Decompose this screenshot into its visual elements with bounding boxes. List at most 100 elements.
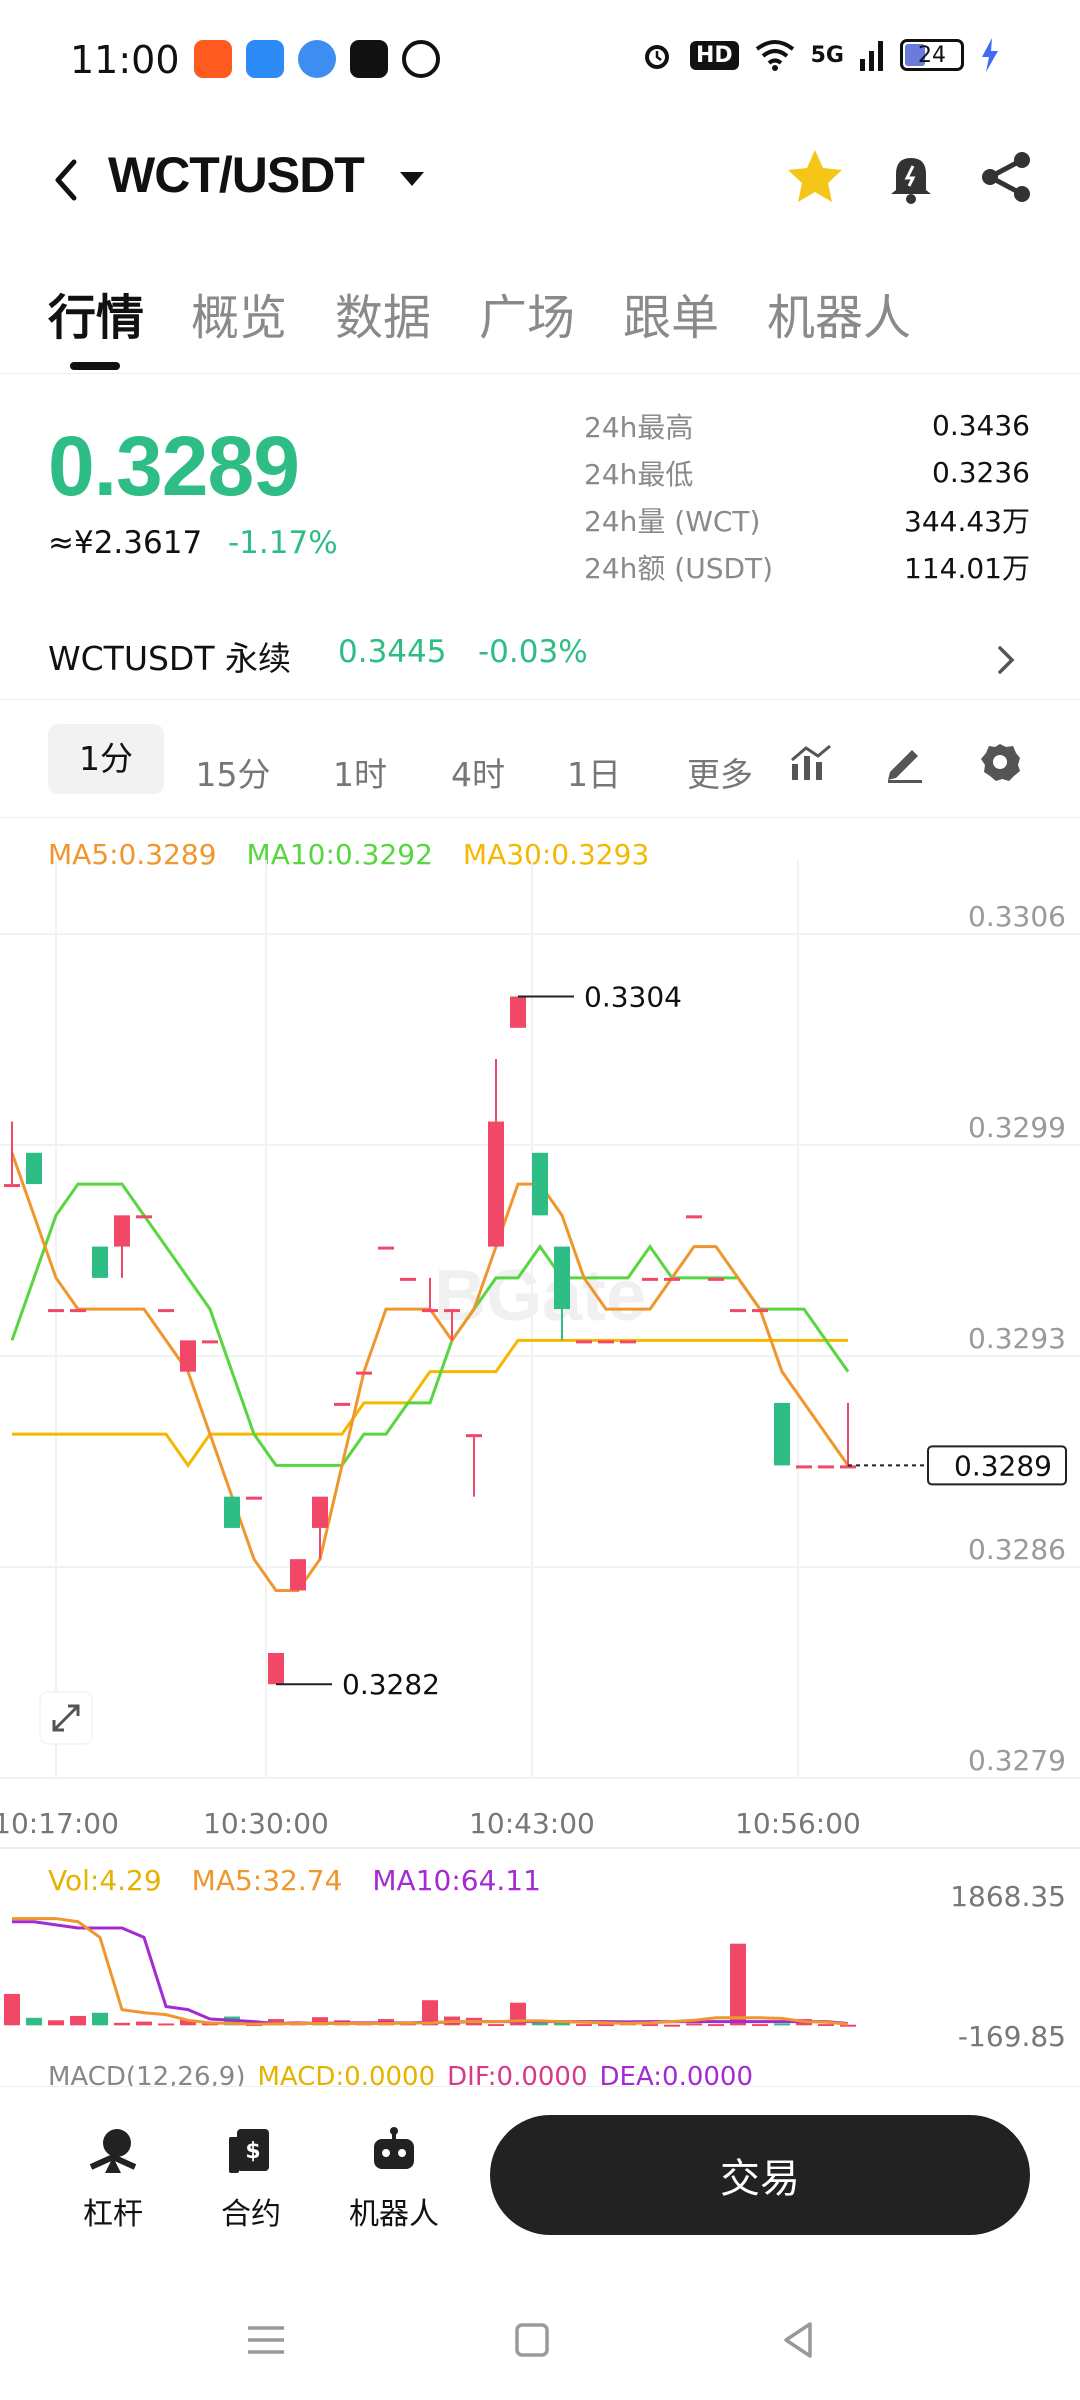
volume-bar [752, 2024, 768, 2027]
draw-pen-icon[interactable] [880, 738, 928, 786]
y-tick-label: 0.3306 [968, 900, 1066, 933]
tab-copy-trade[interactable]: 跟单 [623, 278, 719, 348]
tab-active-indicator [70, 362, 120, 370]
status-app-icons [194, 40, 440, 78]
volume-bar [664, 2024, 680, 2027]
tab-square[interactable]: 广场 [479, 278, 575, 348]
candle-body [268, 1652, 284, 1685]
leverage-icon [89, 2129, 137, 2173]
share-icon[interactable] [972, 142, 1042, 212]
stat-value: 0.3236 [932, 456, 1030, 489]
candle-body [136, 1215, 152, 1219]
robot-label: 机器人 [349, 2197, 439, 2232]
menu-icon[interactable] [236, 2310, 296, 2370]
volume-bar [158, 2023, 174, 2026]
stat-value: 114.01万 [904, 551, 1030, 585]
volume-bar [26, 2017, 42, 2026]
candle-body [224, 1496, 240, 1528]
candle-body [796, 1465, 812, 1469]
leverage-label: 杠杆 [83, 2197, 143, 2232]
interval-4h[interactable]: 4时 [428, 740, 528, 810]
tab-overview[interactable]: 概览 [191, 278, 287, 348]
hd-badge: HD [689, 40, 739, 70]
candle-body [180, 1340, 196, 1372]
volume-bar [730, 1943, 746, 2026]
interval-15m[interactable]: 15分 [178, 740, 288, 810]
robot-icon [374, 2127, 414, 2169]
vol-label: Vol:4.29 [48, 1864, 162, 1897]
candle-body [620, 1340, 636, 1344]
candle-body [774, 1402, 790, 1466]
header: WCT/USDT [0, 130, 1080, 250]
alert-bell-icon[interactable] [876, 142, 946, 212]
chevron-down-icon[interactable] [400, 172, 424, 186]
vol-ma5-label: MA5:32.74 [191, 1864, 343, 1897]
candle-body [92, 1246, 108, 1278]
candle-body [466, 1434, 482, 1438]
last-price: 0.3289 [48, 419, 300, 513]
x-tick-label: 10:56:00 [735, 1807, 861, 1840]
battery-icon: 24 [900, 39, 964, 71]
dea-value: DEA:0.0000 [599, 2062, 754, 2086]
volume-bar [488, 2024, 504, 2027]
home-icon[interactable] [502, 2310, 562, 2370]
tab-data[interactable]: 数据 [335, 278, 431, 348]
tab-market[interactable]: 行情 [48, 278, 144, 348]
interval-1h[interactable]: 1时 [310, 740, 410, 810]
contract-button[interactable]: $ 合约 [196, 2123, 306, 2233]
app-wechat-icon [402, 40, 440, 78]
interval-1m[interactable]: 1分 [48, 724, 164, 794]
vol-y-tick-label: 1868.35 [950, 1880, 1066, 1913]
fullscreen-button[interactable] [39, 1691, 93, 1745]
volume-bar [818, 2024, 834, 2027]
volume-bar [4, 1993, 20, 2026]
candle-body [202, 1340, 218, 1344]
candle-body [290, 1559, 306, 1591]
stat-label: 24h最低 [584, 457, 694, 491]
gear-icon[interactable] [976, 738, 1024, 786]
network-label: 5G [810, 42, 844, 68]
perp-change: -0.03% [478, 634, 588, 670]
perp-name: WCTUSDT 永续 [48, 639, 291, 678]
perpetual-row[interactable]: WCTUSDT 永续 0.3445 -0.03% [0, 620, 1080, 700]
status-time: 11:00 [70, 38, 180, 82]
interval-1d[interactable]: 1日 [544, 740, 644, 810]
price-change: -1.17% [228, 525, 338, 561]
macd-legend: MACD(12,26,9) MACD:0.0000 DIF:0.0000 DEA… [48, 2062, 753, 2086]
tab-bar: 行情 概览 数据 广场 跟单 机器人 [0, 278, 1080, 374]
svg-text:$: $ [245, 2139, 260, 2164]
price-cny: ≈¥2.3617 [48, 525, 203, 561]
interval-more[interactable]: 更多 [670, 740, 770, 810]
volume-bar [70, 2015, 86, 2026]
indicator-icon[interactable] [786, 738, 834, 786]
action-bar: 杠杆 $ 合约 机器人 交易 [0, 2086, 1080, 2266]
pair-title[interactable]: WCT/USDT [108, 146, 365, 204]
star-icon[interactable] [780, 142, 850, 212]
alarm-icon [644, 45, 669, 69]
tab-robot[interactable]: 机器人 [767, 278, 911, 348]
chevron-right-icon[interactable] [994, 640, 1018, 680]
candle-body [4, 1184, 20, 1188]
x-tick-label: 10:17:00 [0, 1807, 119, 1840]
stat-row: 24h量 (WCT) 344.43万 [584, 496, 1030, 543]
battery-level: 24 [918, 42, 946, 68]
stat-row: 24h最高 0.3436 [584, 402, 1030, 449]
candle-body [26, 1152, 42, 1185]
candle-body [510, 996, 526, 1028]
system-nav-bar [0, 2290, 1080, 2400]
trade-button[interactable]: 交易 [490, 2115, 1030, 2235]
candle-body [356, 1371, 372, 1375]
candle-body [752, 1309, 768, 1313]
stat-row: 24h额 (USDT) 114.01万 [584, 543, 1030, 590]
volume-bar [774, 2023, 790, 2026]
macd-title: MACD(12,26,9) [48, 2062, 246, 2086]
nav-back-icon[interactable] [768, 2310, 828, 2370]
candle-body [400, 1277, 416, 1281]
candle-body [708, 1277, 724, 1281]
leverage-button[interactable]: 杠杆 [58, 2123, 168, 2233]
app-calendar-icon [246, 40, 284, 78]
candle-body [642, 1277, 658, 1281]
back-icon[interactable] [46, 150, 86, 210]
stat-value: 344.43万 [904, 504, 1030, 538]
robot-button[interactable]: 机器人 [334, 2123, 454, 2233]
